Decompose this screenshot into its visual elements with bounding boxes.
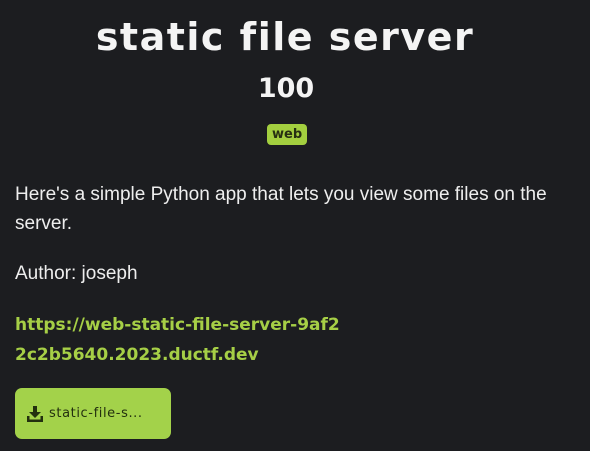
download-icon	[26, 405, 44, 423]
challenge-points: 100	[257, 73, 315, 104]
download-file-button[interactable]: static-file-s...	[15, 388, 171, 439]
challenge-url-link[interactable]: https://web-static-file-server-9af22c2b5…	[15, 310, 345, 370]
challenge-description: Here's a simple Python app that lets you…	[15, 184, 547, 234]
challenge-page: static file server 100 web Here's a simp…	[0, 0, 590, 451]
challenge-title: static file server	[95, 15, 475, 59]
challenge-author: Author: joseph	[15, 263, 138, 284]
category-tag: web	[267, 124, 308, 145]
download-file-label: static-file-s...	[49, 405, 143, 421]
